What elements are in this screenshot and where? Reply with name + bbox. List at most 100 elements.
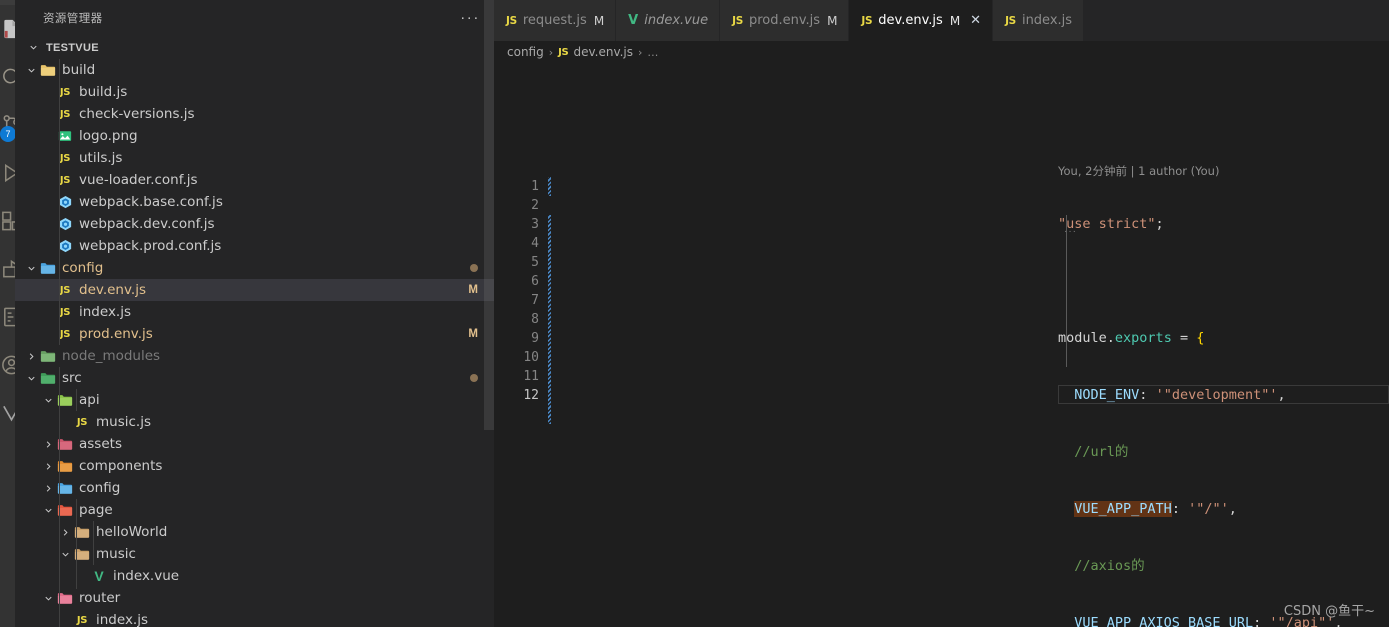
breadcrumb-more[interactable]: …	[647, 46, 658, 59]
tree-folder-components[interactable]: components	[15, 455, 494, 477]
chevron-down-icon[interactable]	[23, 370, 39, 386]
chevron-right-icon[interactable]	[40, 458, 56, 474]
activity-bar-item-remote[interactable]	[0, 245, 15, 293]
tree-item-label: music.js	[96, 414, 151, 430]
chevron-right-icon[interactable]	[40, 480, 56, 496]
chevron-down-icon[interactable]	[40, 502, 56, 518]
code-token-colon-8: :	[1253, 615, 1270, 627]
line-number: 2	[531, 198, 539, 213]
js-icon: JS	[76, 416, 88, 428]
tree-item-label: components	[79, 458, 163, 474]
activity-bar-item-explorer[interactable]	[0, 5, 15, 53]
close-icon[interactable]: ✕	[970, 14, 981, 27]
tree-file-index-vue[interactable]: Vindex.vue	[15, 565, 494, 587]
tree-folder-helloworld[interactable]: helloWorld	[15, 521, 494, 543]
file-tree[interactable]: build JS build.js JS check-versions.js logo.p…	[15, 59, 494, 627]
activity-bar-item-vue[interactable]	[0, 389, 15, 437]
tree-folder-node-modules[interactable]: node_modules	[15, 345, 494, 367]
tree-file-webpack-base-conf-js[interactable]: webpack.base.conf.js	[15, 191, 494, 213]
code-token-string: "use strict"	[1058, 216, 1156, 232]
breadcrumb[interactable]: config › JS dev.env.js › …	[494, 41, 1389, 63]
git-status-dot	[470, 374, 478, 382]
tree-item-label: index.js	[96, 612, 149, 627]
editor-tab-bar[interactable]: JS request.js M Vindex.vue JS prod.env.js M JS d…	[494, 0, 1389, 41]
explorer-sidebar: 资源管理器 ··· TESTVUE build JS build.js JS check…	[15, 0, 494, 627]
editor-tab-index-vue[interactable]: Vindex.vue	[616, 0, 721, 41]
activity-bar-item-extensions[interactable]	[0, 197, 15, 245]
js-icon: JS	[861, 14, 873, 27]
vue-icon: V	[94, 568, 104, 584]
code-line-1: "use strict";	[1058, 215, 1389, 234]
activity-bar: 7	[0, 0, 15, 627]
chevron-down-icon[interactable]	[40, 392, 56, 408]
activity-bar-item-test[interactable]	[0, 293, 15, 341]
tree-folder-config[interactable]: config	[15, 477, 494, 499]
tree-item-label: config	[79, 480, 121, 496]
chevron-right-icon[interactable]	[23, 348, 39, 364]
code-editor[interactable]: You, 2分钟前 | 1 author (You) 1 2 3 4 5 6 7 8 9 10 11…	[494, 63, 1389, 627]
tree-folder-config[interactable]: config	[15, 257, 494, 279]
editor-tab-dev-env-js[interactable]: JS dev.env.js M ✕	[849, 0, 994, 41]
activity-bar-item-search[interactable]	[0, 53, 15, 101]
tree-item-label: src	[62, 370, 82, 386]
tree-indent-guide-4	[76, 499, 77, 589]
tree-file-music-js[interactable]: JS music.js	[15, 411, 494, 433]
tree-file-dev-env-js[interactable]: JS dev.env.js M	[15, 279, 494, 301]
editor-tab-prod-env-js[interactable]: JS prod.env.js M	[720, 0, 850, 41]
tree-item-label: api	[79, 392, 100, 408]
tree-folder-src[interactable]: src	[15, 367, 494, 389]
explorer-more-actions-button[interactable]: ···	[460, 10, 480, 25]
activity-bar-item-run-debug[interactable]	[0, 149, 15, 197]
activity-bar-item-account[interactable]	[0, 341, 15, 389]
editor-tab-request-js[interactable]: JS request.js M	[494, 0, 617, 41]
tree-file-utils-js[interactable]: JS utils.js	[15, 147, 494, 169]
git-change-indicator-2	[548, 215, 551, 424]
tree-file-logo-png[interactable]: logo.png	[15, 125, 494, 147]
sidebar-scrollbar-thumb[interactable]	[484, 0, 494, 430]
chevron-down-icon[interactable]	[23, 62, 39, 78]
tree-folder-page[interactable]: page	[15, 499, 494, 521]
editor-tab-dirty-badge: M	[593, 13, 605, 28]
tree-file-check-versions-js[interactable]: JS check-versions.js	[15, 103, 494, 125]
activity-bar-item-source-control[interactable]: 7	[0, 101, 15, 149]
code-token-comma-6: ,	[1228, 501, 1237, 517]
js-icon: JS	[59, 108, 71, 120]
tree-file-index-js[interactable]: JS index.js	[15, 301, 494, 323]
tree-folder-build[interactable]: build	[15, 59, 494, 81]
tree-file-vue-loader-conf-js[interactable]: JS vue-loader.conf.js	[15, 169, 494, 191]
tree-item-label: assets	[79, 436, 122, 452]
editor-group: JS request.js M Vindex.vue JS prod.env.js M JS d…	[494, 0, 1389, 627]
tree-file-build-js[interactable]: JS build.js	[15, 81, 494, 103]
breadcrumb-file[interactable]: dev.env.js	[573, 45, 633, 59]
js-icon: JS	[506, 14, 517, 27]
js-icon: JS	[1005, 14, 1016, 27]
code-token-comment-axios: //axios的	[1074, 558, 1145, 574]
tree-file-webpack-prod-conf-js[interactable]: webpack.prod.conf.js	[15, 235, 494, 257]
chevron-down-icon[interactable]	[40, 590, 56, 606]
explorer-root-folder[interactable]: TESTVUE	[15, 36, 494, 59]
tree-file-prod-env-js[interactable]: JS prod.env.js M	[15, 323, 494, 345]
editor-tab-index-js[interactable]: JS index.js	[993, 0, 1085, 41]
tree-item-label: prod.env.js	[79, 326, 153, 342]
vue-icon: V	[628, 13, 639, 28]
tree-indent-guide-3	[76, 389, 77, 411]
chevron-down-icon[interactable]	[23, 260, 39, 276]
git-change-indicator-1	[548, 177, 551, 196]
code-token-key-axios-base-url: VUE_APP_AXIOS_BASE_URL	[1074, 615, 1254, 627]
js-icon: JS	[73, 615, 91, 626]
tree-file-webpack-dev-conf-js[interactable]: webpack.dev.conf.js	[15, 213, 494, 235]
sidebar-scrollbar[interactable]	[484, 0, 494, 627]
tree-folder-api[interactable]: api	[15, 389, 494, 411]
tree-folder-assets[interactable]: assets	[15, 433, 494, 455]
tree-folder-music[interactable]: music	[15, 543, 494, 565]
chevron-right-icon[interactable]	[40, 436, 56, 452]
tree-file-index-js[interactable]: JS index.js	[15, 609, 494, 627]
extensions-icon	[2, 211, 15, 231]
explorer-icon	[4, 19, 15, 39]
tree-folder-router[interactable]: router	[15, 587, 494, 609]
tree-item-label: index.vue	[113, 568, 180, 584]
breadcrumb-folder[interactable]: config	[507, 45, 544, 59]
